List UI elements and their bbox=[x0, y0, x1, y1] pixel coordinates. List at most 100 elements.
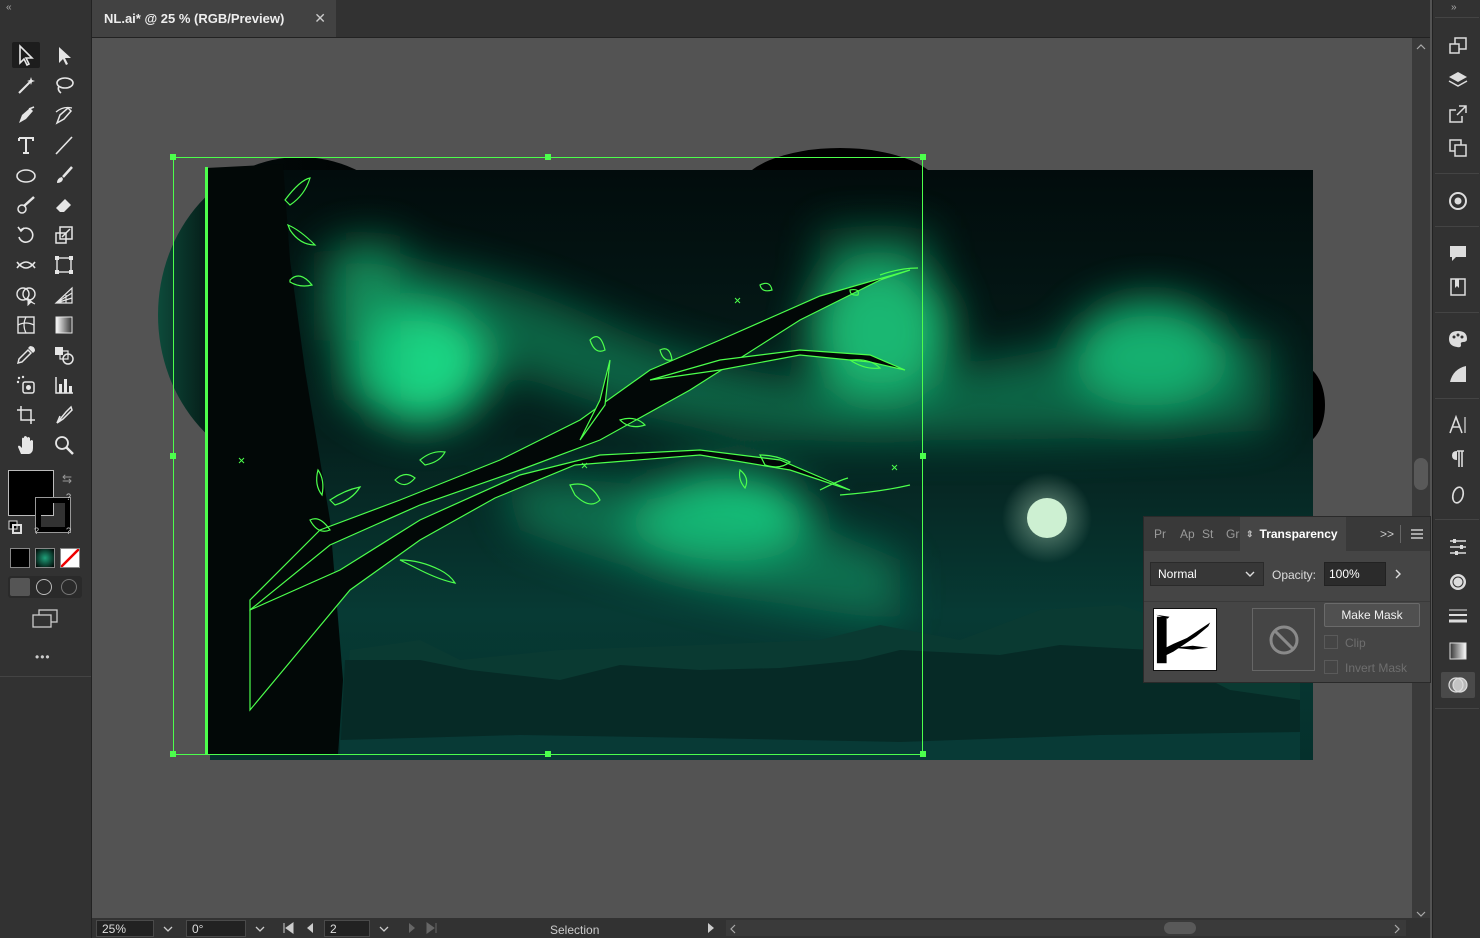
stroke-swatch[interactable] bbox=[35, 497, 71, 533]
layers-panel-button[interactable] bbox=[1445, 67, 1471, 93]
white-arrow-icon bbox=[59, 47, 71, 65]
artboard-tool[interactable] bbox=[12, 402, 40, 428]
character-icon bbox=[1449, 414, 1466, 434]
export-panel-button[interactable] bbox=[1445, 101, 1471, 127]
artboard-number-field[interactable]: 2 bbox=[324, 920, 370, 937]
tab-transparency[interactable]: ⇕ Transparency bbox=[1240, 517, 1346, 551]
scroll-left-icon[interactable] bbox=[730, 923, 736, 937]
zoom-dropdown-icon[interactable] bbox=[158, 920, 178, 937]
mesh-tool[interactable] bbox=[12, 312, 40, 338]
width-tool[interactable] bbox=[12, 252, 40, 278]
recolor-panel-button[interactable] bbox=[1445, 188, 1471, 214]
opentype-panel-button[interactable] bbox=[1445, 482, 1471, 508]
opacity-mask-thumbnail[interactable] bbox=[1252, 608, 1315, 671]
tab-appearance[interactable]: Ap bbox=[1180, 517, 1195, 551]
line-segment-tool[interactable] bbox=[50, 132, 78, 158]
draw-inside-icon[interactable] bbox=[61, 579, 77, 595]
gradient-tool[interactable] bbox=[50, 312, 78, 338]
first-artboard-icon[interactable] bbox=[282, 922, 294, 937]
opacity-slider-toggle[interactable] bbox=[1388, 562, 1408, 586]
tab-stroke[interactable]: St bbox=[1202, 517, 1213, 551]
blend-mode-dropdown[interactable]: Normal bbox=[1150, 562, 1264, 586]
artwork-thumbnail[interactable] bbox=[1153, 608, 1217, 671]
draw-behind-icon[interactable] bbox=[36, 579, 52, 595]
direct-selection-tool[interactable] bbox=[50, 42, 78, 68]
appearance-panel-button[interactable] bbox=[1445, 569, 1471, 595]
scroll-right-icon[interactable] bbox=[1394, 923, 1400, 937]
zoom-tool[interactable] bbox=[50, 432, 78, 458]
ellipse-tool[interactable] bbox=[12, 162, 40, 188]
collapse-toolbar-button[interactable]: « bbox=[6, 2, 12, 13]
edit-toolbar-button[interactable]: ••• bbox=[35, 650, 51, 664]
comments-panel-button[interactable] bbox=[1445, 240, 1471, 266]
default-fill-stroke-icon[interactable] bbox=[8, 520, 22, 534]
gradient-mode-button[interactable] bbox=[35, 548, 55, 568]
paragraph-panel-button[interactable] bbox=[1445, 446, 1471, 472]
type-tool[interactable] bbox=[12, 132, 40, 158]
rotate-tool[interactable] bbox=[12, 222, 40, 248]
panel-tab-strip: Pr Ap St Gr ⇕ Transparency >> bbox=[1144, 517, 1430, 551]
artboards-panel-button[interactable] bbox=[1445, 33, 1471, 59]
swap-fill-stroke-icon[interactable]: ⇆ bbox=[62, 472, 72, 486]
color-themes-panel-button[interactable] bbox=[1445, 326, 1471, 352]
previous-artboard-icon[interactable] bbox=[304, 922, 316, 937]
perspective-grid-tool[interactable] bbox=[50, 282, 78, 308]
learn-panel-button[interactable] bbox=[1445, 274, 1471, 300]
symbol-sprayer-tool[interactable] bbox=[12, 372, 40, 398]
status-menu-icon[interactable] bbox=[706, 922, 716, 937]
tab-gradient[interactable]: Gr bbox=[1226, 517, 1239, 551]
horizontal-scroll-thumb[interactable] bbox=[1164, 922, 1196, 934]
change-screen-mode-icon[interactable] bbox=[30, 608, 60, 635]
scroll-up-icon[interactable] bbox=[1416, 42, 1426, 52]
paintbrush-tool[interactable] bbox=[50, 162, 78, 188]
color-mode-button[interactable] bbox=[10, 548, 30, 568]
swatches-panel-button[interactable] bbox=[1445, 361, 1471, 387]
curvature-tool[interactable] bbox=[50, 102, 78, 128]
dock-divider bbox=[1435, 226, 1479, 227]
expand-panels-icon[interactable]: » bbox=[1451, 2, 1457, 13]
artwork[interactable] bbox=[92, 38, 1412, 916]
panel-menu-icon[interactable] bbox=[1410, 528, 1424, 543]
libraries-panel-button[interactable] bbox=[1445, 135, 1471, 161]
vertical-scroll-thumb[interactable] bbox=[1414, 458, 1428, 490]
make-mask-button[interactable]: Make Mask bbox=[1324, 603, 1420, 627]
eraser-tool[interactable] bbox=[50, 192, 78, 218]
zoom-field[interactable]: 25% bbox=[96, 920, 154, 937]
blend-tool[interactable] bbox=[50, 342, 78, 368]
artboard-dropdown-icon[interactable] bbox=[374, 920, 394, 937]
eyedropper-tool[interactable] bbox=[12, 342, 40, 368]
none-mode-button[interactable] bbox=[60, 548, 80, 568]
panel-collapse-icon[interactable]: >> bbox=[1380, 527, 1394, 541]
pen-tool[interactable] bbox=[12, 102, 40, 128]
lasso-tool[interactable] bbox=[50, 72, 78, 98]
column-graph-tool[interactable] bbox=[50, 372, 78, 398]
opacity-input[interactable]: 100% bbox=[1324, 562, 1386, 586]
document-tab[interactable]: NL.ai* @ 25 % (RGB/Preview) ✕ bbox=[92, 0, 336, 37]
vertical-scrollbar[interactable] bbox=[1412, 38, 1430, 918]
shape-builder-tool[interactable] bbox=[12, 282, 40, 308]
close-document-icon[interactable]: ✕ bbox=[314, 10, 326, 27]
character-panel-button[interactable] bbox=[1445, 412, 1471, 438]
opacity-value: 100% bbox=[1329, 567, 1360, 581]
scale-tool[interactable] bbox=[50, 222, 78, 248]
next-artboard-icon[interactable] bbox=[406, 922, 418, 937]
rotation-field[interactable]: 0° bbox=[186, 920, 246, 937]
rotation-dropdown-icon[interactable] bbox=[250, 920, 270, 937]
selection-tool[interactable] bbox=[12, 42, 40, 68]
magic-wand-tool[interactable] bbox=[12, 72, 40, 98]
canvas-area[interactable] bbox=[92, 38, 1412, 916]
gradient-panel-button[interactable] bbox=[1445, 638, 1471, 664]
free-transform-tool[interactable] bbox=[50, 252, 78, 278]
transparency-panel-button[interactable] bbox=[1441, 672, 1475, 698]
tab-properties[interactable]: Pr bbox=[1154, 517, 1166, 551]
clip-checkbox[interactable] bbox=[1324, 635, 1338, 649]
shaper-tool[interactable] bbox=[12, 192, 40, 218]
properties-panel-button[interactable] bbox=[1445, 534, 1471, 560]
slice-tool[interactable] bbox=[50, 402, 78, 428]
horizontal-scrollbar[interactable] bbox=[726, 920, 1406, 936]
draw-normal-icon[interactable] bbox=[10, 578, 30, 596]
stroke-panel-button[interactable] bbox=[1445, 603, 1471, 629]
hand-tool[interactable] bbox=[12, 432, 40, 458]
last-artboard-icon[interactable] bbox=[426, 922, 438, 937]
invert-mask-checkbox[interactable] bbox=[1324, 660, 1338, 674]
